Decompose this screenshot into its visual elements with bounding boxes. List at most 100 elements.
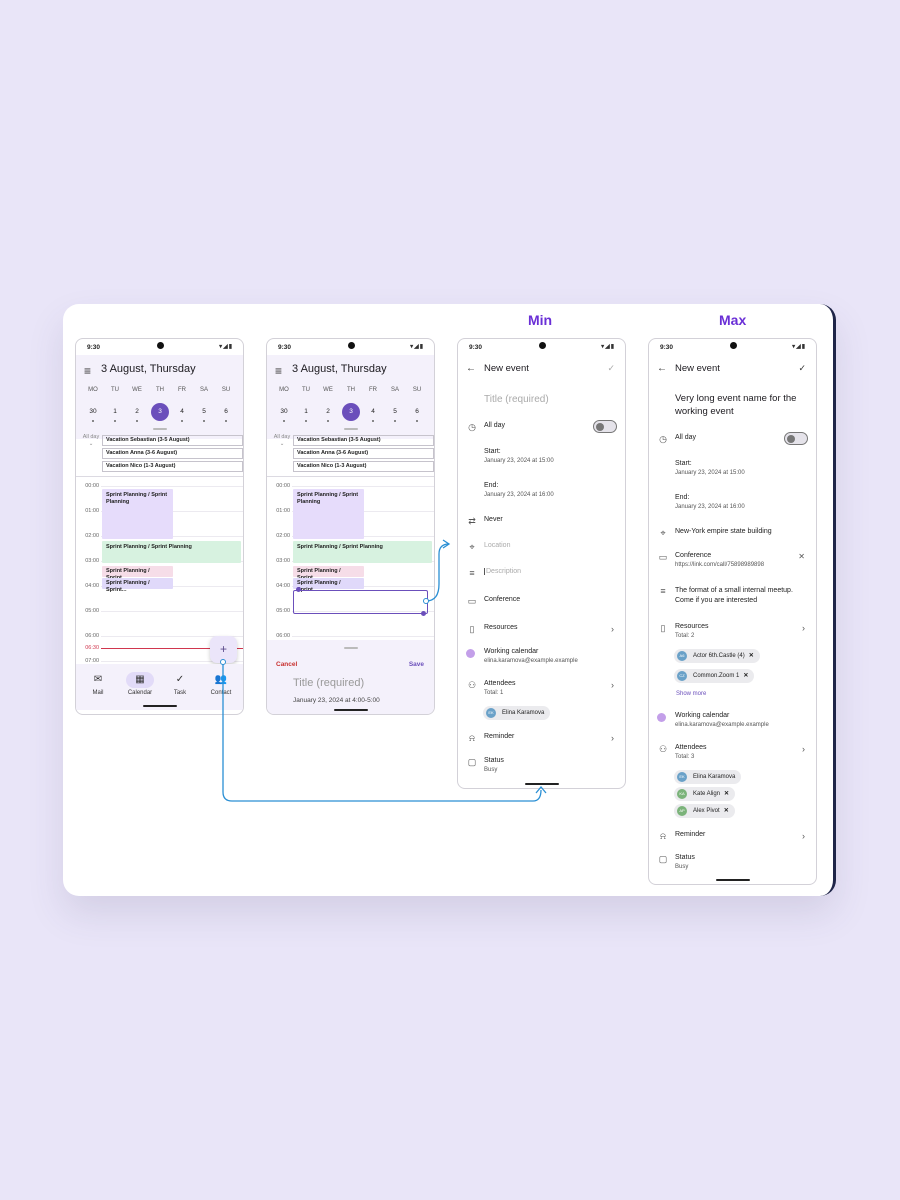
- date-cell[interactable]: 6: [217, 403, 235, 421]
- vacation-event[interactable]: Vacation Anna (3-6 August): [293, 448, 434, 459]
- menu-icon[interactable]: ≡: [84, 364, 91, 378]
- date-cell-selected[interactable]: 3: [151, 403, 169, 421]
- remove-icon[interactable]: ✕: [724, 808, 729, 814]
- attendee-name: Elina Karamova: [693, 774, 736, 780]
- date-cell[interactable]: 2: [128, 403, 146, 421]
- event-dot: [92, 420, 94, 422]
- sheet-handle[interactable]: [343, 647, 358, 649]
- attendee-chip[interactable]: KA Kate Align ✕: [674, 787, 736, 801]
- back-arrow-icon[interactable]: ←: [466, 363, 476, 374]
- date-cell[interactable]: 4: [364, 403, 382, 421]
- event-title[interactable]: Very long event name for the working eve…: [675, 392, 805, 418]
- video-icon: ▭: [658, 552, 668, 562]
- nav-calendar[interactable]: ▦ Calendar: [122, 672, 158, 696]
- remove-icon[interactable]: ✕: [724, 791, 729, 797]
- vacation-event[interactable]: Vacation Anna (3-6 August): [102, 448, 243, 459]
- allday-toggle[interactable]: [784, 432, 808, 445]
- min-form-phone: 9:30 ▾◢▮ ← New event ✓ Title (required) ◷…: [457, 338, 626, 789]
- save-button[interactable]: Save: [409, 661, 424, 668]
- close-icon[interactable]: ✕: [798, 552, 805, 561]
- show-more-link[interactable]: Show more: [676, 691, 706, 697]
- form-header: New event: [484, 363, 529, 374]
- resource-name: Actor 6th.Castle (4): [693, 653, 745, 659]
- hour-line: [292, 636, 434, 637]
- event-dot: [225, 420, 227, 422]
- title-input[interactable]: Title (required): [293, 677, 364, 689]
- resize-handle-bottom[interactable]: [421, 611, 426, 616]
- event-block[interactable]: Sprint Planning / Sprint...: [293, 578, 364, 593]
- calendar-title: 3 August, Thursday: [101, 363, 196, 375]
- signal-battery-icon: ▾◢▮: [410, 344, 424, 350]
- back-arrow-icon[interactable]: ←: [657, 363, 667, 374]
- description-input[interactable]: Description: [484, 568, 521, 575]
- new-event-selection[interactable]: [293, 590, 428, 614]
- description-icon: ≡: [660, 586, 666, 596]
- resources-label: Resources: [484, 624, 518, 631]
- start-label: Start:: [484, 448, 501, 455]
- add-event-fab[interactable]: +: [210, 636, 237, 663]
- event-block[interactable]: Sprint Planning / Sprint Planning: [102, 541, 241, 563]
- attendee-chip[interactable]: EK Elina Karamova: [674, 770, 742, 784]
- signal-battery-icon: ▾◢▮: [601, 344, 615, 350]
- drag-handle[interactable]: [152, 428, 167, 430]
- nav-task[interactable]: ✓ Task: [162, 672, 198, 696]
- resource-chip[interactable]: A6 Actor 6th.Castle (4) ✕: [674, 649, 760, 663]
- event-datetime[interactable]: January 23, 2024 at 4:00-5:00: [293, 697, 380, 704]
- event-block[interactable]: Sprint Planning / Sprint Planning: [293, 541, 432, 563]
- now-time-label: 06:30: [85, 645, 99, 651]
- location-input[interactable]: Location: [484, 542, 510, 549]
- conference-link[interactable]: https://link.com/call/75898989898: [675, 562, 764, 568]
- attendee-chip[interactable]: AP Alex Pivot ✕: [674, 804, 735, 818]
- resize-handle-top[interactable]: [296, 587, 301, 592]
- calendar-color-dot: [657, 713, 666, 722]
- conference-label: Conference: [484, 596, 521, 603]
- conference-label: Conference: [675, 552, 712, 559]
- event-block[interactable]: Sprint Planning / Sprint Planning: [102, 489, 173, 539]
- confirm-check-icon[interactable]: ✓: [798, 363, 806, 374]
- clock-icon: ◷: [659, 434, 667, 444]
- nav-label: Task: [173, 690, 187, 696]
- location-pin-icon: ⌖: [660, 528, 666, 538]
- remove-icon[interactable]: ✕: [743, 673, 748, 679]
- date-cell[interactable]: 4: [173, 403, 191, 421]
- task-icon: ✓: [175, 674, 185, 685]
- event-block[interactable]: Sprint Planning / Sprint Planning: [293, 489, 364, 539]
- date-cell[interactable]: 6: [408, 403, 426, 421]
- cancel-button[interactable]: Cancel: [276, 661, 297, 668]
- hour-label: 05:00: [276, 608, 290, 614]
- date-cell[interactable]: 1: [297, 403, 315, 421]
- event-block[interactable]: Sprint Planning / Sprint...: [102, 566, 173, 581]
- nav-mail[interactable]: ✉ Mail: [80, 672, 116, 696]
- hour-label: 03:00: [85, 558, 99, 564]
- allday-label: All day: [675, 434, 697, 441]
- date-cell[interactable]: 2: [319, 403, 337, 421]
- calendar-phone: 9:30 ▾◢▮ ≡ 3 August, Thursday MO TU WE TH…: [75, 338, 244, 715]
- vacation-event[interactable]: Vacation Nico (1-3 August): [102, 461, 243, 472]
- date-cell[interactable]: 5: [195, 403, 213, 421]
- allday-toggle[interactable]: [593, 420, 617, 433]
- title-input[interactable]: Title (required): [484, 394, 549, 405]
- date-cell[interactable]: 5: [386, 403, 404, 421]
- drag-handle[interactable]: [343, 428, 358, 430]
- attendee-chip[interactable]: EK Elina Karamova: [483, 706, 551, 720]
- menu-icon[interactable]: ≡: [275, 364, 282, 378]
- weekday-label: FR: [369, 387, 377, 393]
- chevron-right-icon: ›: [802, 623, 805, 633]
- event-block[interactable]: Sprint Planning / Sprint...: [293, 566, 364, 581]
- date-cell[interactable]: 1: [106, 403, 124, 421]
- hour-line: [292, 486, 434, 487]
- confirm-check-icon[interactable]: ✓: [607, 363, 615, 374]
- date-cell[interactable]: 30: [84, 403, 102, 421]
- nav-contact[interactable]: 👥 Contact: [203, 672, 239, 696]
- contact-icon: 👥: [214, 674, 228, 685]
- remove-icon[interactable]: ✕: [749, 653, 754, 659]
- date-cell[interactable]: 30: [275, 403, 293, 421]
- vacation-event[interactable]: Vacation Nico (1-3 August): [293, 461, 434, 472]
- event-block[interactable]: Sprint Planning / Sprint...: [102, 578, 173, 593]
- divider: [76, 476, 243, 477]
- vacation-event[interactable]: Vacation Sebastian (3-5 August): [102, 435, 243, 446]
- vacation-event[interactable]: Vacation Sebastian (3-5 August): [293, 435, 434, 446]
- date-cell-selected[interactable]: 3: [342, 403, 360, 421]
- resource-chip[interactable]: CZ Common.Zoom 1 ✕: [674, 669, 755, 683]
- start-label: Start:: [675, 460, 692, 467]
